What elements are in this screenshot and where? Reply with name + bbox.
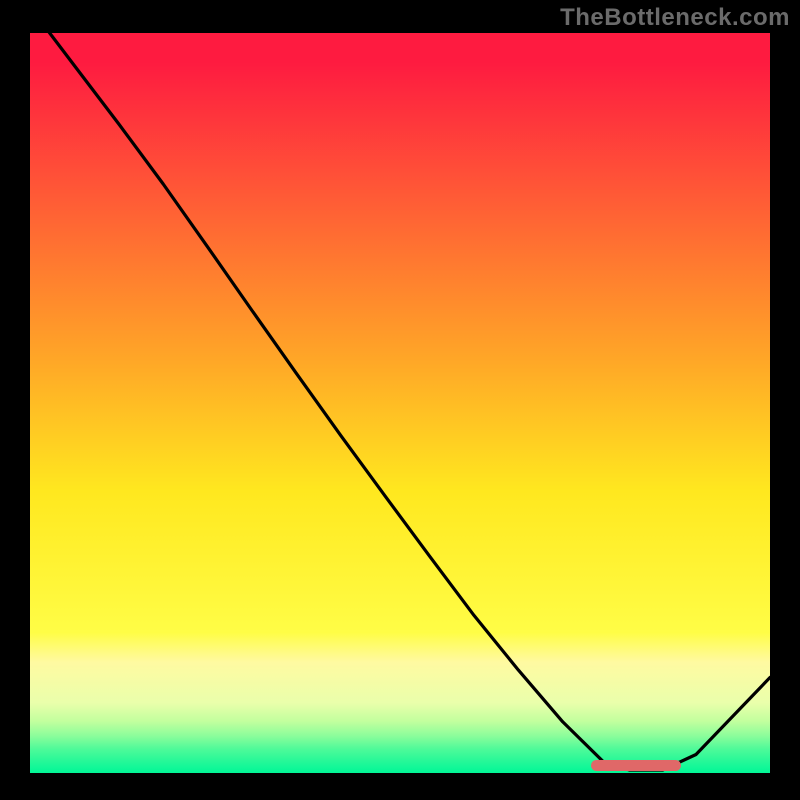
optimal-range-marker <box>591 760 681 771</box>
chart-frame: TheBottleneck.com <box>0 0 800 800</box>
watermark-text: TheBottleneck.com <box>560 4 790 32</box>
plot-area <box>30 33 770 773</box>
bottleneck-curve <box>30 33 770 773</box>
curve-path <box>30 33 770 770</box>
